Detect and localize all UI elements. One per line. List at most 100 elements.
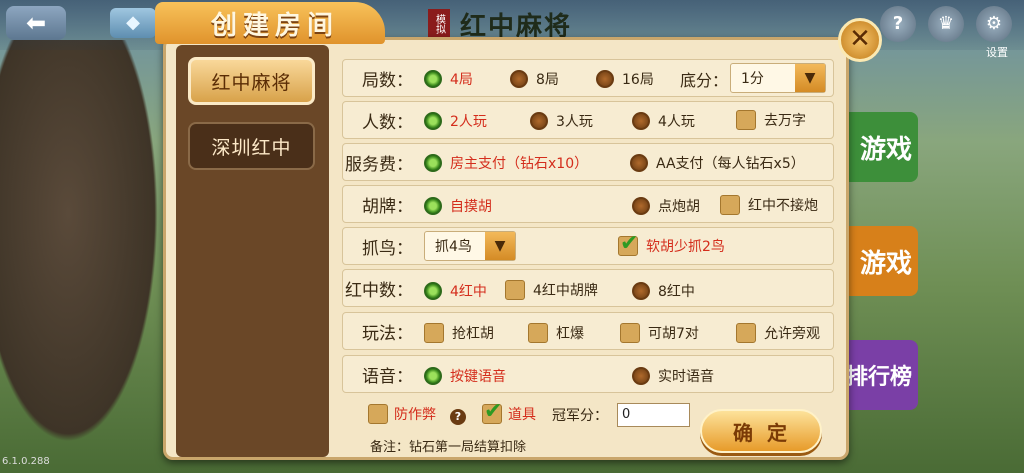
checkbox-icon	[368, 404, 388, 424]
hongzhong-4-hu-checkbox[interactable]: 4红中胡牌	[505, 280, 598, 300]
hu-label: 胡牌：	[362, 196, 413, 217]
rounds-option-8[interactable]: 8局	[510, 69, 559, 89]
radio-icon	[424, 197, 442, 215]
option-label: 实时语音	[658, 369, 714, 385]
allow-spectate-checkbox[interactable]: 允许旁观	[736, 323, 820, 343]
help-icon[interactable]: ?	[880, 6, 916, 42]
checkbox-checked-icon	[482, 399, 502, 424]
champion-score-label: 冠军分：	[552, 408, 608, 424]
radio-icon	[424, 282, 442, 300]
tree-decoration	[0, 40, 170, 473]
option-label: 房主支付（钻石x10）	[450, 156, 589, 172]
top-icons: ? ♛ ⚙	[880, 6, 1012, 42]
option-label: 2人玩	[450, 114, 487, 130]
hongzhong-count-label: 红中数：	[345, 280, 413, 301]
dialog-title: 创建房间	[210, 11, 339, 41]
checkbox-label: 红中不接炮	[748, 198, 818, 214]
option-label: 4红中	[450, 284, 487, 300]
hongzhong-option-8[interactable]: 8红中	[632, 281, 695, 301]
base-score-label: 底分：	[680, 71, 729, 90]
radio-icon	[510, 70, 528, 88]
anti-cheat-checkbox[interactable]: 防作弊	[368, 404, 436, 424]
remove-wan-checkbox[interactable]: 去万字	[736, 110, 806, 130]
fee-option-aa[interactable]: AA支付（每人钻石x5）	[630, 153, 805, 173]
voice-option-realtime[interactable]: 实时语音	[632, 366, 714, 386]
checkbox-label: 抢杠胡	[452, 326, 494, 342]
play-label: 玩法：	[362, 323, 413, 344]
option-label: AA支付（每人钻石x5）	[656, 156, 805, 172]
base-score-select[interactable]: 1分 ▼	[730, 63, 826, 93]
players-option-4[interactable]: 4人玩	[632, 111, 695, 131]
rounds-option-4[interactable]: 4局	[424, 69, 473, 89]
rounds-label: 局数：	[362, 70, 413, 91]
option-label: 16局	[622, 72, 654, 88]
radio-icon	[632, 112, 650, 130]
fee-label: 服务费：	[345, 154, 413, 175]
confirm-button[interactable]: 确定	[700, 409, 822, 453]
option-label: 按键语音	[450, 369, 506, 385]
hongzhong-option-4[interactable]: 4红中	[424, 281, 487, 301]
radio-icon	[424, 70, 442, 88]
checkbox-icon	[424, 323, 444, 343]
bird-select[interactable]: 抓4鸟 ▼	[424, 231, 516, 261]
checkbox-label: 允许旁观	[764, 326, 820, 342]
checkbox-icon	[505, 280, 525, 300]
back-button[interactable]: ⬅	[6, 6, 66, 40]
rounds-option-16[interactable]: 16局	[596, 69, 654, 89]
checkbox-label: 杠爆	[556, 326, 584, 342]
fee-option-owner[interactable]: 房主支付（钻石x10）	[424, 153, 588, 173]
checkbox-label: 4红中胡牌	[533, 283, 598, 299]
radio-icon	[424, 112, 442, 130]
game-type-panel	[176, 45, 329, 457]
settings-label: 设置	[986, 46, 1008, 59]
radio-icon	[424, 154, 442, 172]
hu-option-dianpao[interactable]: 点炮胡	[632, 196, 700, 216]
checkbox-label: 去万字	[764, 113, 806, 129]
option-label: 8红中	[658, 284, 695, 300]
hu-option-zimo[interactable]: 自摸胡	[424, 196, 492, 216]
leaderboard-button[interactable]: 排行榜	[838, 340, 918, 410]
gang-bao-checkbox[interactable]: 杠爆	[528, 323, 584, 343]
seven-pairs-checkbox[interactable]: 可胡7对	[620, 323, 699, 343]
side-game-button-1[interactable]: 游戏	[838, 112, 918, 182]
no-hongzhong-pao-checkbox[interactable]: 红中不接炮	[720, 195, 818, 215]
back-arrow-icon: ⬅	[25, 9, 47, 37]
option-label: 3人玩	[556, 114, 593, 130]
voice-option-key[interactable]: 按键语音	[424, 366, 506, 386]
soft-hu-less-bird-checkbox[interactable]: 软胡少抓2鸟	[618, 231, 725, 256]
tab-shenzhen-hongzhong[interactable]: 深圳红中	[188, 122, 315, 170]
tab-hongzhong-mahjong[interactable]: 红中麻将	[188, 57, 315, 105]
side-game-button-2[interactable]: 游戏	[838, 226, 918, 296]
radio-icon	[632, 197, 650, 215]
props-checkbox[interactable]: 道具	[482, 399, 536, 424]
close-button[interactable]: ✕	[838, 18, 882, 62]
row-voice: 语音：	[342, 355, 834, 393]
voice-label: 语音：	[362, 366, 413, 387]
checkbox-icon	[736, 323, 756, 343]
mode-header: 模拟 红中麻将	[428, 8, 572, 42]
checkbox-icon	[720, 195, 740, 215]
option-label: 点炮胡	[658, 199, 700, 215]
bird-value: 抓4鸟	[435, 239, 472, 255]
settings-icon[interactable]: ⚙	[976, 6, 1012, 42]
help-icon[interactable]: ?	[450, 409, 466, 425]
option-label: 4人玩	[658, 114, 695, 130]
base-score-value: 1分	[741, 71, 764, 87]
diamond-icon[interactable]: ◆	[110, 8, 156, 38]
dropdown-arrow-icon: ▼	[485, 232, 515, 260]
dropdown-arrow-icon: ▼	[795, 64, 825, 92]
trophy-icon[interactable]: ♛	[928, 6, 964, 42]
checkbox-label: 防作弊	[394, 407, 436, 423]
qiang-gang-hu-checkbox[interactable]: 抢杠胡	[424, 323, 494, 343]
checkbox-label: 可胡7对	[648, 326, 699, 342]
version-label: 6.1.0.288	[2, 456, 50, 467]
radio-icon	[632, 282, 650, 300]
option-label: 4局	[450, 72, 473, 88]
row-bird: 抓鸟：	[342, 227, 834, 265]
option-label: 8局	[536, 72, 559, 88]
option-label: 自摸胡	[450, 199, 492, 215]
bird-label: 抓鸟：	[362, 238, 413, 259]
players-option-3[interactable]: 3人玩	[530, 111, 593, 131]
champion-score-input[interactable]: 0	[617, 403, 690, 427]
players-option-2[interactable]: 2人玩	[424, 111, 487, 131]
